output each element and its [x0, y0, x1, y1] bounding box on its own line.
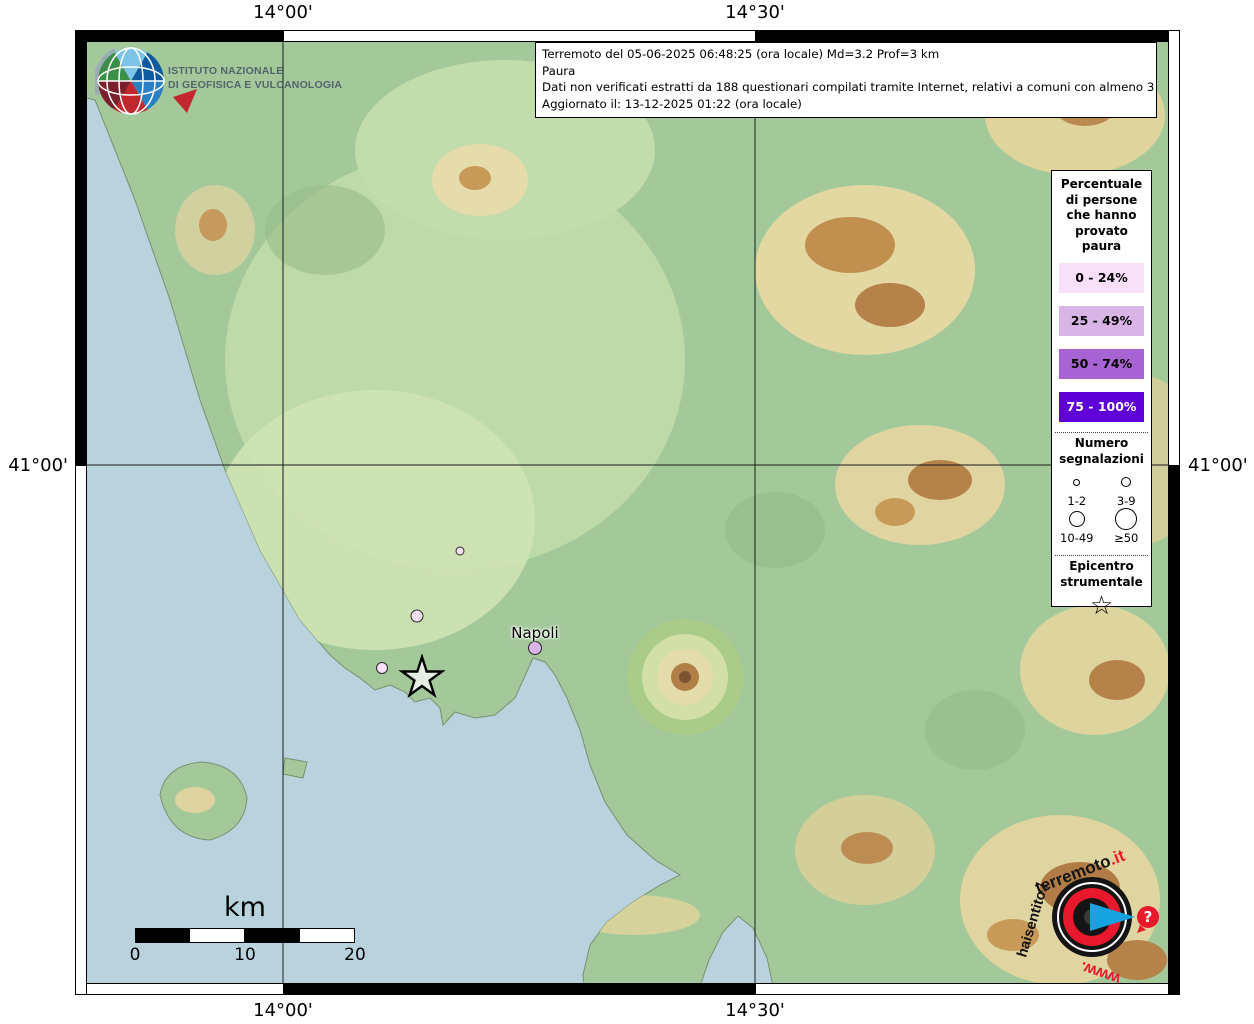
- axis-label-bottom-left: 14°00': [253, 1000, 313, 1021]
- scale-ticks: 0 10 20: [135, 945, 355, 967]
- legend-class-swatch: 75 - 100%: [1059, 392, 1144, 422]
- legend-class-swatch: 50 - 74%: [1059, 349, 1144, 379]
- frame-segment: [75, 465, 87, 995]
- legend: Percentuale di persone che hanno provato…: [1051, 170, 1152, 607]
- map-area: [75, 30, 1180, 995]
- ingv-name: ISTITUTO NAZIONALE DI GEOFISICA E VULCAN…: [168, 64, 342, 92]
- size-circle-icon: [1115, 508, 1137, 530]
- scale-unit: km: [135, 893, 355, 923]
- event-disclaimer: Dati non verificati estratti da 188 ques…: [542, 79, 1150, 96]
- event-question: Paura: [542, 63, 1150, 80]
- scale-segment: [245, 928, 300, 943]
- star-icon: [398, 654, 446, 702]
- city-label-napoli: Napoli: [511, 624, 558, 642]
- frame-segment: [755, 30, 1180, 42]
- axis-label-top-right: 14°30': [725, 2, 785, 23]
- terrain-map: [75, 30, 1180, 995]
- size-circle-icon: [1069, 511, 1085, 527]
- frame-segment: [283, 30, 756, 42]
- axis-label-right: 41°00': [1188, 455, 1248, 476]
- question-mark: ?: [1144, 908, 1153, 926]
- legend-report-sizes: 1-23-910-49≥50: [1052, 471, 1151, 545]
- axis-label-left: 41°00': [2, 455, 68, 476]
- frame-segment: [283, 983, 756, 995]
- legend-title: Percentuale di persone che hanno provato…: [1052, 171, 1151, 255]
- scale-segment: [135, 928, 190, 943]
- frame-segment: [75, 30, 284, 42]
- legend-epicenter-title: Epicentro strumentale: [1052, 556, 1151, 590]
- scale-segment: [190, 928, 245, 943]
- legend-size-item: 3-9: [1102, 471, 1152, 508]
- legend-class-swatch: 25 - 49%: [1059, 306, 1144, 336]
- scale-bar-segments: [135, 928, 355, 943]
- event-summary: Terremoto del 05-06-2025 06:48:25 (ora l…: [542, 46, 1150, 63]
- size-circle-icon: [1121, 477, 1131, 487]
- island-procida: [283, 758, 307, 778]
- legend-star-icon: ☆: [1052, 590, 1151, 622]
- event-updated: Aggiornato il: 13-12-2025 01:22 (ora loc…: [542, 96, 1150, 113]
- legend-size-item: 1-2: [1052, 471, 1102, 508]
- axis-label-bottom-right: 14°30': [725, 1000, 785, 1021]
- screenshot-root: Napoli 14°00' 14°30' 14°00' 14°30' 41°00…: [0, 0, 1254, 1024]
- legend-class-swatch: 0 - 24%: [1059, 263, 1144, 293]
- legend-size-item: ≥50: [1102, 508, 1152, 545]
- ingv-name-line1: ISTITUTO NAZIONALE: [168, 64, 342, 78]
- legend-reports-title: Numero segnalazioni: [1052, 433, 1151, 467]
- axis-label-top-left: 14°00': [253, 2, 313, 23]
- legend-size-item: 10-49: [1052, 508, 1102, 545]
- frame-segment: [75, 983, 284, 995]
- epicenter-star: [398, 654, 446, 702]
- frame-segment: [75, 30, 87, 466]
- scale-segment: [300, 928, 355, 943]
- scale-bar: km 0 10 20: [135, 893, 355, 967]
- ingv-name-line2: DI GEOFISICA E VULCANOLOGIA: [168, 78, 342, 92]
- event-info-box: Terremoto del 05-06-2025 06:48:25 (ora l…: [535, 42, 1157, 118]
- size-circle-icon: [1073, 479, 1080, 486]
- frame-segment: [1168, 30, 1180, 466]
- haisentitoilterremoto-logo: ? terremoto.it haisentito.i www.: [1020, 845, 1200, 1005]
- legend-class-swatches: 0 - 24% 25 - 49% 50 - 74% 75 - 100%: [1052, 263, 1151, 422]
